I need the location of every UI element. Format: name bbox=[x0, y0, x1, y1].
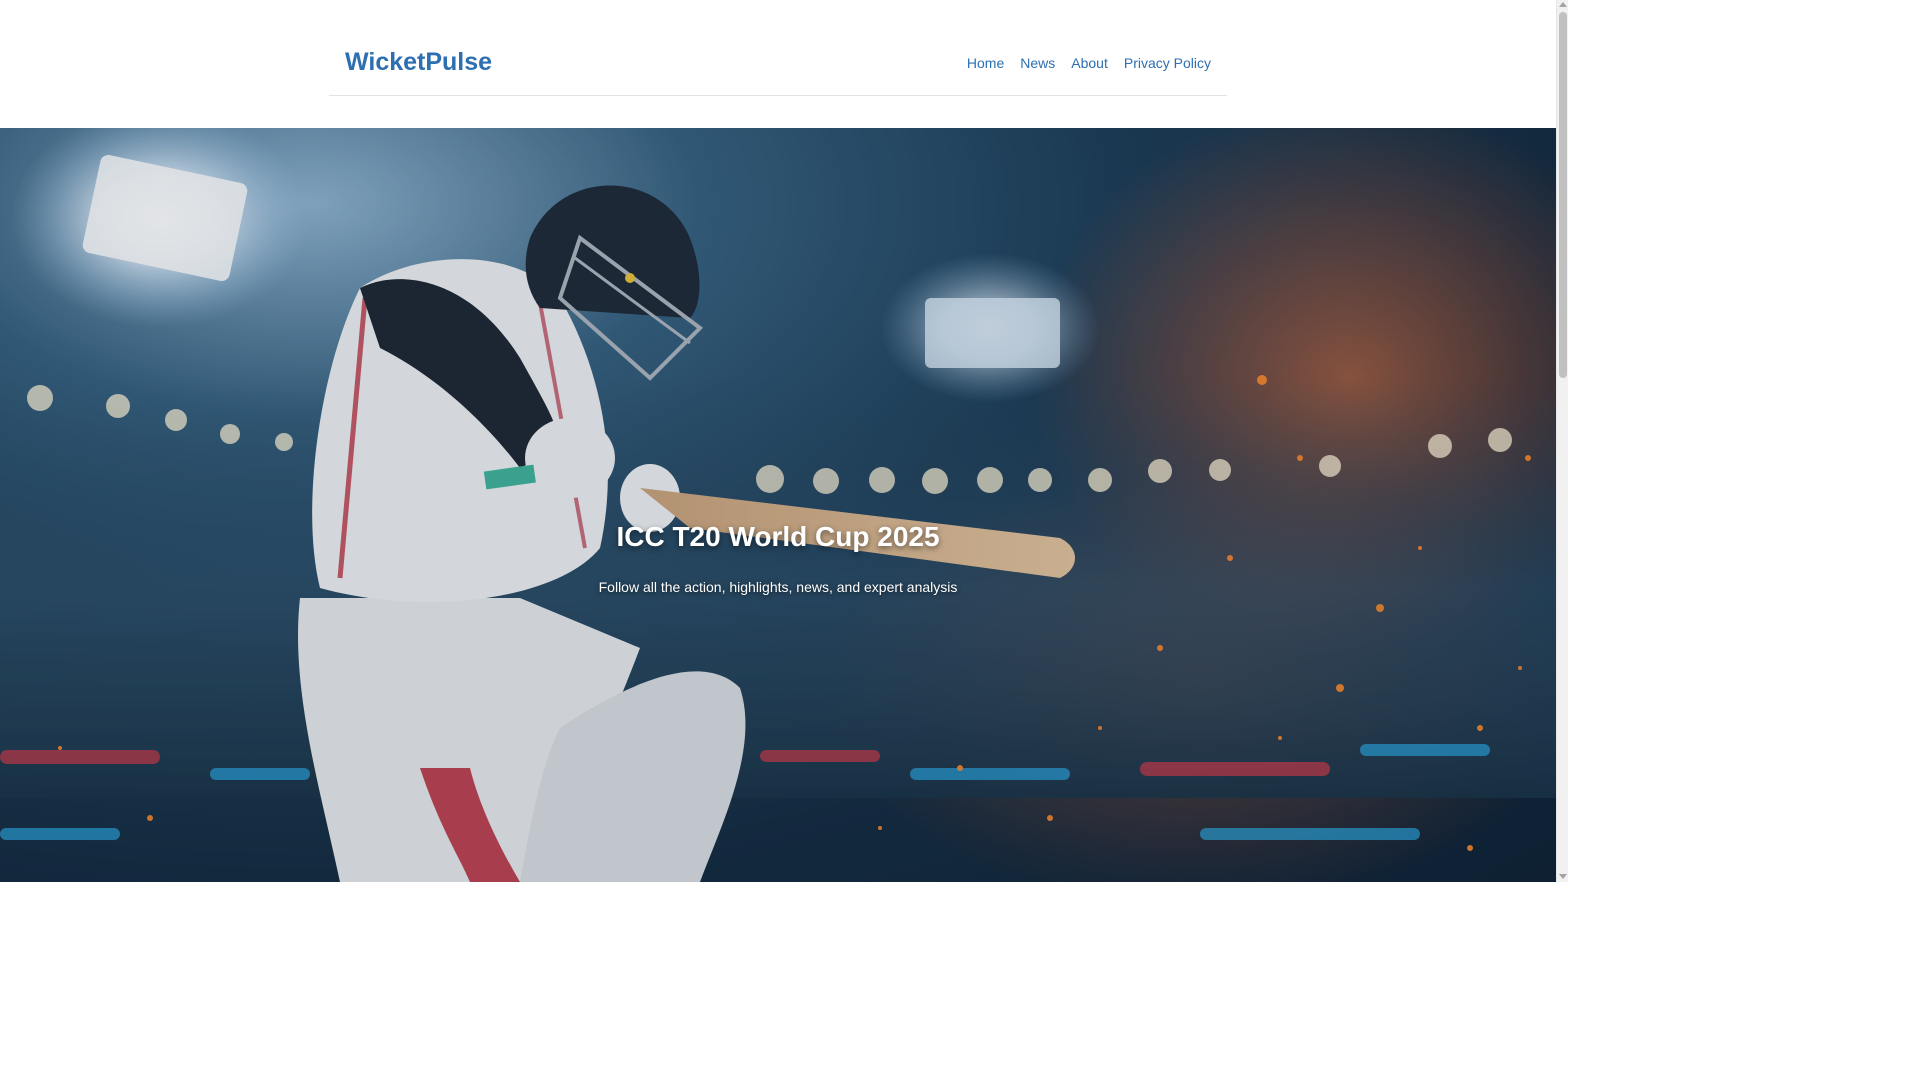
scroll-up-arrow-icon[interactable] bbox=[1559, 2, 1567, 7]
hero-banner: ICC T20 World Cup 2025 Follow all the ac… bbox=[0, 128, 1556, 882]
header-inner: WicketPulse Home News About Privacy Poli… bbox=[329, 30, 1227, 96]
nav-home[interactable]: Home bbox=[967, 55, 1004, 71]
hero-subtitle: Follow all the action, highlights, news,… bbox=[598, 579, 958, 595]
scrollbar-thumb[interactable] bbox=[1559, 12, 1567, 378]
hero-title: ICC T20 World Cup 2025 bbox=[616, 521, 940, 552]
nav-news[interactable]: News bbox=[1020, 55, 1055, 71]
hero-image bbox=[0, 128, 1556, 882]
site-logo[interactable]: WicketPulse bbox=[345, 48, 492, 77]
page: WicketPulse Home News About Privacy Poli… bbox=[0, 0, 1556, 882]
page-scrollbar[interactable] bbox=[1556, 0, 1568, 882]
nav-about[interactable]: About bbox=[1071, 55, 1108, 71]
main-nav: Home News About Privacy Policy bbox=[967, 55, 1211, 71]
nav-privacy-policy[interactable]: Privacy Policy bbox=[1124, 55, 1211, 71]
scroll-down-arrow-icon[interactable] bbox=[1559, 874, 1567, 879]
site-header: WicketPulse Home News About Privacy Poli… bbox=[0, 0, 1556, 128]
